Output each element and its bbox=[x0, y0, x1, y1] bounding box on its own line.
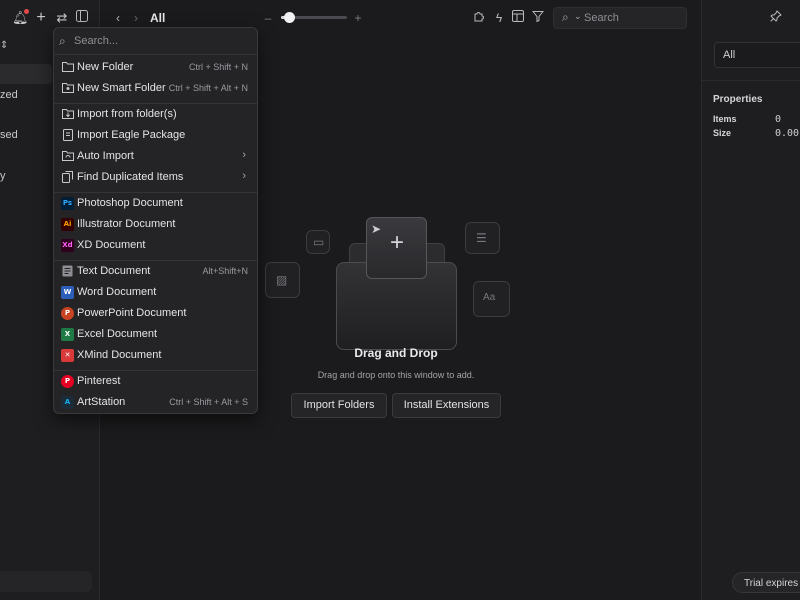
menu-item-photoshop[interactable]: Ps Photoshop Document bbox=[57, 193, 256, 214]
font-icon: Aa bbox=[483, 292, 496, 303]
back-icon[interactable]: ‹ bbox=[110, 10, 126, 26]
search-icon: ⌕ bbox=[562, 10, 569, 24]
ghost-card: ☰ bbox=[465, 222, 500, 254]
trial-badge[interactable]: Trial expires in bbox=[732, 572, 800, 593]
breadcrumb: All bbox=[150, 11, 166, 25]
notification-dot bbox=[24, 9, 29, 14]
empty-state-title: Drag and Drop bbox=[354, 346, 438, 360]
new-folder-icon bbox=[61, 61, 74, 74]
menu-item-auto-import[interactable]: Auto Import › bbox=[57, 146, 256, 167]
xmind-icon: ✕ bbox=[61, 349, 74, 362]
empty-state-subtitle: Drag and drop onto this window to add. bbox=[317, 370, 475, 380]
zoom-out-icon[interactable]: – bbox=[260, 10, 276, 26]
document-icon: ☰ bbox=[476, 231, 487, 245]
xd-icon: Xd bbox=[61, 239, 74, 252]
zoom-in-icon[interactable]: + bbox=[350, 10, 366, 26]
menu-item-powerpoint[interactable]: P PowerPoint Document bbox=[57, 303, 256, 324]
zoom-slider-handle[interactable] bbox=[284, 12, 295, 23]
inspector-panel: All Properties Items 0 Size 0.00 Trial e… bbox=[701, 0, 800, 600]
sidebar-item-fragment[interactable]: zed bbox=[0, 89, 18, 101]
sidebar-item-fragment[interactable]: sed bbox=[0, 129, 18, 141]
chevron-right-icon: › bbox=[242, 149, 246, 161]
search-field[interactable]: ⌕ ⌄ Search bbox=[553, 7, 687, 29]
filter-icon[interactable] bbox=[530, 10, 546, 26]
sync-icon[interactable]: ⇄ bbox=[54, 10, 70, 26]
search-placeholder: Search bbox=[584, 12, 619, 24]
menu-search-input[interactable] bbox=[74, 33, 249, 49]
pinterest-icon: P bbox=[61, 375, 74, 388]
add-icon[interactable]: + bbox=[33, 10, 49, 26]
menu-search-bar: ⌕ bbox=[54, 28, 257, 55]
photoshop-icon: Ps bbox=[61, 197, 74, 210]
menu-item-xd[interactable]: Xd XD Document bbox=[57, 235, 256, 256]
word-icon: W bbox=[61, 286, 74, 299]
menu-item-word[interactable]: W Word Document bbox=[57, 282, 256, 303]
pin-icon[interactable] bbox=[768, 10, 784, 26]
excel-icon: X bbox=[61, 328, 74, 341]
search-icon: ⌕ bbox=[59, 34, 66, 48]
menu-item-find-duplicates[interactable]: Find Duplicated Items › bbox=[57, 167, 256, 188]
chevron-down-icon[interactable]: ⌄ bbox=[574, 11, 582, 22]
menu-item-new-folder[interactable]: New Folder Ctrl + Shift + N bbox=[57, 57, 256, 78]
image-icon: ▨ bbox=[276, 273, 288, 287]
menu-item-illustrator[interactable]: Ai Illustrator Document bbox=[57, 214, 256, 235]
cursor-icon: ➤ bbox=[371, 222, 382, 236]
create-menu: ⌕ New Folder Ctrl + Shift + N New Smart … bbox=[53, 27, 258, 414]
auto-import-icon bbox=[61, 150, 74, 163]
sidebar-item-selected[interactable] bbox=[0, 64, 52, 84]
package-icon bbox=[61, 129, 74, 142]
sidebar-item-fragment[interactable]: y bbox=[0, 170, 6, 182]
divider bbox=[702, 80, 800, 81]
plus-icon: + bbox=[389, 229, 404, 256]
menu-item-text-document[interactable]: Text Document Alt+Shift+N bbox=[57, 261, 256, 282]
size-label: Size bbox=[713, 128, 732, 138]
quick-action-icon[interactable]: ϟ bbox=[491, 10, 507, 26]
folder-filter-value: All bbox=[723, 49, 736, 61]
illustrator-icon: Ai bbox=[61, 218, 74, 231]
import-folders-button[interactable]: Import Folders bbox=[291, 393, 387, 418]
layout-icon[interactable] bbox=[510, 10, 526, 26]
artstation-icon: A bbox=[61, 396, 74, 409]
powerpoint-icon: P bbox=[61, 307, 74, 320]
ghost-card: ▭ bbox=[306, 230, 330, 254]
menu-item-artstation[interactable]: A ArtStation Ctrl + Shift + Alt + S bbox=[57, 392, 256, 413]
size-value: 0.00 bbox=[775, 128, 800, 139]
chevron-right-icon: › bbox=[242, 170, 246, 182]
video-icon: ▭ bbox=[313, 235, 325, 249]
duplicate-icon bbox=[61, 171, 74, 184]
folder-filter-select[interactable]: All bbox=[714, 42, 800, 68]
sort-icon[interactable]: ⇕ bbox=[0, 40, 8, 51]
ghost-card: Aa bbox=[473, 281, 510, 317]
text-document-icon bbox=[61, 265, 74, 278]
sidebar-toggle-icon[interactable] bbox=[74, 10, 90, 26]
forward-icon[interactable]: › bbox=[128, 10, 144, 26]
menu-item-pinterest[interactable]: P Pinterest bbox=[57, 371, 256, 392]
items-label: Items bbox=[713, 114, 737, 124]
menu-item-import-folder[interactable]: Import from folder(s) bbox=[57, 104, 256, 125]
plugin-icon[interactable] bbox=[471, 10, 487, 26]
properties-heading: Properties bbox=[713, 94, 763, 105]
sidebar-bottom-field[interactable] bbox=[0, 571, 92, 592]
menu-item-excel[interactable]: X Excel Document bbox=[57, 324, 256, 345]
import-folder-icon bbox=[61, 108, 74, 121]
menu-item-new-smart-folder[interactable]: New Smart Folder Ctrl + Shift + Alt + N bbox=[57, 78, 256, 99]
trial-text: Trial expires in bbox=[744, 578, 800, 589]
menu-item-xmind[interactable]: ✕ XMind Document bbox=[57, 345, 256, 366]
smart-folder-icon bbox=[61, 82, 74, 95]
install-extensions-button[interactable]: Install Extensions bbox=[392, 393, 501, 418]
menu-item-import-package[interactable]: Import Eagle Package bbox=[57, 125, 256, 146]
items-value: 0 bbox=[775, 114, 782, 125]
ghost-card: ▨ bbox=[265, 262, 300, 298]
